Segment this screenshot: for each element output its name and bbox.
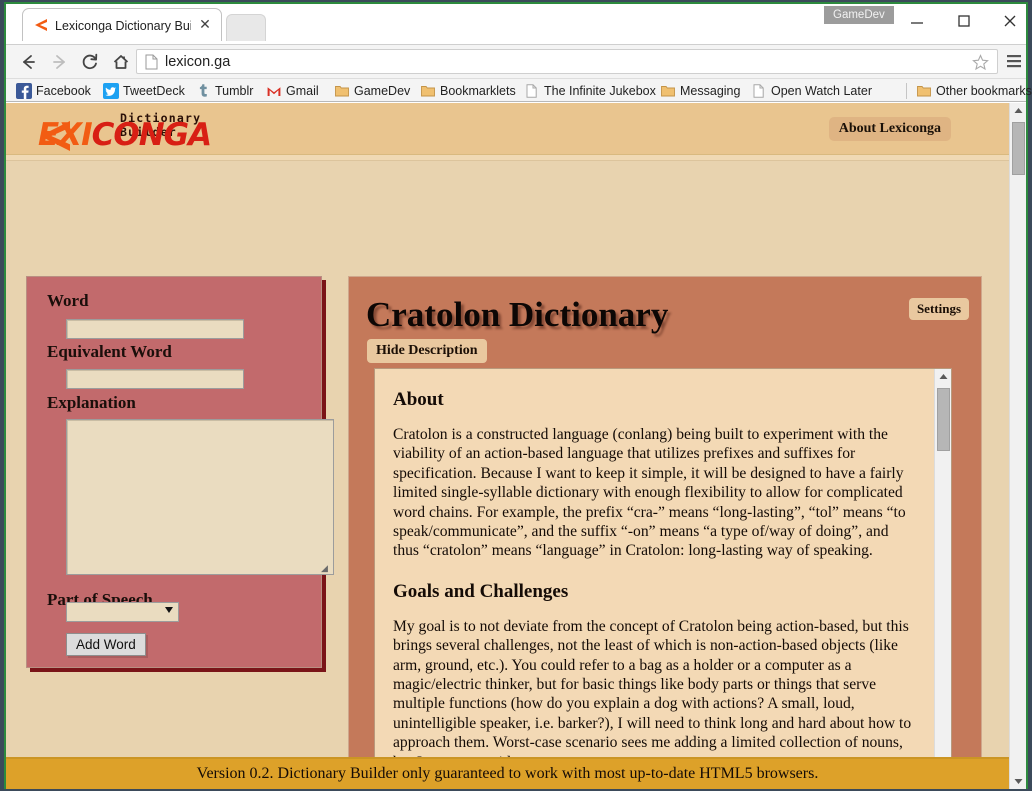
bookmark-bookmarklets[interactable]: Bookmarklets — [420, 81, 516, 101]
folder-icon — [660, 83, 676, 99]
about-paragraph: Cratolon is a constructed language (conl… — [393, 426, 906, 560]
bookmark-label: Bookmarklets — [440, 84, 516, 98]
description-content: About Cratolon is a constructed language… — [375, 369, 936, 789]
tab-title: Lexiconga Dictionary Build — [55, 19, 191, 33]
bookmark-star-icon[interactable] — [972, 54, 989, 71]
bookmark-gmail[interactable]: Gmail — [266, 81, 319, 101]
facebook-icon — [16, 83, 32, 99]
footer-text: Version 0.2. Dictionary Builder only gua… — [196, 765, 819, 782]
add-word-button[interactable]: Add Word — [66, 633, 146, 656]
gmail-icon — [266, 83, 282, 99]
bookmark-label: Gmail — [286, 84, 319, 98]
part-of-speech-select[interactable] — [66, 602, 179, 622]
bookmark-label: The Infinite Jukebox — [544, 84, 656, 98]
lexiconga-logo: Dictionary Builder EXICONGA — [24, 107, 254, 153]
browser-titlebar: Lexiconga Dictionary Build ✕ GameDev — [6, 4, 1026, 42]
folder-icon — [334, 83, 350, 99]
header-strip — [6, 155, 1009, 161]
site-header: Dictionary Builder EXICONGA About Lexico… — [6, 103, 1009, 155]
dictionary-panel: Cratolon Dictionary Settings Hide Descri… — [348, 276, 982, 789]
chevron-down-icon — [165, 607, 173, 613]
bookmark-tumblr[interactable]: Tumblr — [195, 81, 253, 101]
bookmark-gamedev[interactable]: GameDev — [334, 81, 410, 101]
bookmark-tweetdeck[interactable]: TweetDeck — [103, 81, 185, 101]
browser-window: Lexiconga Dictionary Build ✕ GameDev lex… — [0, 0, 1032, 791]
forward-icon[interactable] — [46, 48, 74, 76]
url-text: lexicon.ga — [165, 54, 231, 70]
bookmark-label: GameDev — [354, 84, 411, 98]
scroll-up-icon[interactable] — [935, 369, 951, 386]
scroll-up-icon[interactable] — [1010, 103, 1026, 120]
folder-icon — [420, 83, 436, 99]
folder-icon — [916, 83, 932, 99]
lexiconga-favicon-icon — [33, 17, 49, 33]
logo-wordmark: EXICONGA — [38, 117, 212, 153]
explanation-label: Explanation — [47, 393, 136, 412]
bookmark-label: Open Watch Later — [771, 84, 872, 98]
logo-lexi-text: EXI — [38, 117, 93, 153]
bookmark-label: Facebook — [36, 84, 91, 98]
bookmark-label: TweetDeck — [123, 84, 185, 98]
description-scroll-thumb[interactable] — [937, 388, 950, 451]
window-group-label: GameDev — [824, 6, 894, 24]
bookmark-other-bookmarks[interactable]: Other bookmarks — [916, 81, 1032, 101]
tumblr-icon — [195, 83, 211, 99]
home-icon[interactable] — [107, 48, 135, 76]
bookmarks-divider — [906, 83, 907, 99]
browser-toolbar: lexicon.ga — [6, 44, 1026, 78]
address-bar[interactable]: lexicon.ga — [136, 49, 998, 74]
bookmark-label: Messaging — [680, 84, 741, 98]
bookmark-label: Other bookmarks — [936, 84, 1032, 98]
bookmarks-bar: Facebook TweetDeck Tumblr Gmail GameDev — [6, 78, 1032, 102]
reload-icon[interactable] — [76, 48, 104, 76]
browser-tab[interactable]: Lexiconga Dictionary Build ✕ — [22, 8, 222, 41]
twitter-icon — [103, 83, 119, 99]
hide-description-button[interactable]: Hide Description — [367, 339, 487, 363]
explanation-textarea[interactable]: ◢ — [66, 419, 334, 575]
page-footer: Version 0.2. Dictionary Builder only gua… — [6, 757, 1009, 789]
word-input[interactable] — [66, 319, 244, 339]
new-tab-button[interactable] — [226, 14, 266, 41]
equivalent-word-input[interactable] — [66, 369, 244, 389]
page-scrollbar[interactable] — [1009, 103, 1026, 789]
page-icon — [751, 83, 767, 99]
scroll-down-icon[interactable] — [1010, 772, 1026, 789]
settings-button[interactable]: Settings — [908, 298, 969, 320]
goals-paragraph: My goal is to not deviate from the conce… — [393, 617, 912, 771]
word-label: Word — [47, 291, 89, 310]
about-heading: About — [393, 389, 444, 410]
bookmark-facebook[interactable]: Facebook — [16, 81, 91, 101]
equivalent-word-label: Equivalent Word — [47, 342, 172, 361]
close-tab-icon[interactable]: ✕ — [197, 16, 213, 32]
description-box: About Cratolon is a constructed language… — [374, 368, 952, 789]
resize-grip-icon[interactable]: ◢ — [321, 563, 331, 573]
bookmark-messaging[interactable]: Messaging — [660, 81, 740, 101]
maximize-button[interactable] — [941, 6, 986, 36]
close-window-button[interactable] — [987, 6, 1032, 36]
description-scrollbar[interactable] — [934, 369, 951, 789]
page-viewport: Dictionary Builder EXICONGA About Lexico… — [6, 103, 1026, 789]
page-icon — [524, 83, 540, 99]
back-icon[interactable] — [14, 48, 42, 76]
about-lexiconga-button[interactable]: About Lexiconga — [828, 117, 951, 141]
bookmark-open-watch-later[interactable]: Open Watch Later — [751, 81, 872, 101]
browser-menu-icon[interactable] — [1004, 51, 1024, 71]
new-word-form-panel: Word Equivalent Word Explanation ◢ Part … — [26, 276, 334, 668]
page-info-icon — [145, 54, 158, 70]
page-scroll-thumb[interactable] — [1012, 122, 1025, 175]
goals-heading: Goals and Challenges — [393, 580, 569, 602]
minimize-button[interactable] — [894, 6, 939, 36]
bookmark-infinite-jukebox[interactable]: The Infinite Jukebox — [524, 81, 656, 101]
bookmark-label: Tumblr — [215, 84, 254, 98]
logo-conga-text: CONGA — [91, 117, 212, 153]
dictionary-title: Cratolon Dictionary — [366, 295, 669, 334]
